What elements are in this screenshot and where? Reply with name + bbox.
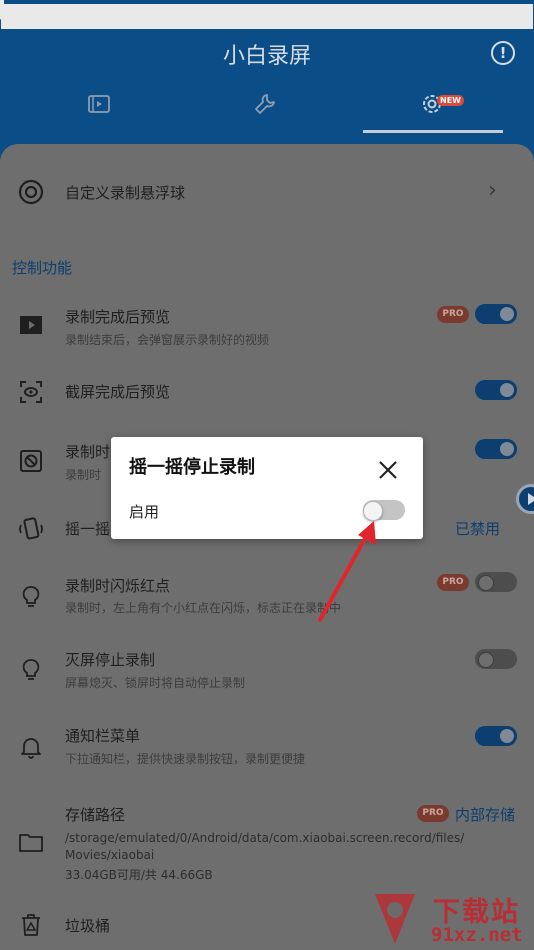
tab-tools-icon[interactable] [253, 92, 277, 116]
shake-stop-dialog: 摇一摇停止录制 启用 [111, 437, 423, 539]
close-icon[interactable] [377, 459, 399, 481]
item-title: 摇一摇 [65, 520, 111, 538]
item-desc: 屏幕熄灭、锁屏时将自动停止录制 [65, 676, 246, 690]
section-title: 控制功能 [12, 259, 73, 277]
preview-after-recording-setting[interactable]: 录制完成后预览 录制结束后，会弹窗展示录制好的视频 PRO [0, 294, 534, 354]
item-desc: 录制时 [65, 468, 102, 482]
toggle-switch[interactable] [475, 439, 517, 459]
watermark-logo-icon [375, 894, 415, 944]
tab-indicator [363, 130, 503, 133]
item-desc: 下拉通知栏，提供快速录制按钮，录制更便捷 [65, 752, 306, 766]
bell-icon [21, 738, 41, 759]
item-desc: 录制结束后，会弹窗展示录制好的视频 [65, 333, 270, 347]
enable-label: 启用 [129, 503, 160, 521]
dialog-title: 摇一摇停止录制 [129, 457, 255, 478]
record-target-icon [18, 179, 44, 205]
toggle-switch[interactable] [475, 726, 517, 746]
storage-path-line2: Movies/xiaobai [65, 848, 155, 862]
pro-badge: PRO [437, 574, 469, 591]
battery-icon [0, 0, 4, 20]
folder-icon [19, 834, 43, 852]
tab-bar [0, 84, 534, 134]
item-title: 通知栏菜单 [65, 727, 141, 745]
settings-sheet: 自定义录制悬浮球 › 控制功能 录制完成后预览 录制结束后，会弹窗展示录制好的视… [0, 144, 534, 950]
chevron-right-icon: › [488, 178, 497, 203]
item-desc: 录制时，左上角有个小红点在闪烁，标志正在录制中 [65, 601, 342, 615]
storage-capacity: 33.04GB可用/共 44.66GB [65, 868, 213, 882]
floating-ball-label: 自定义录制悬浮球 [65, 184, 186, 202]
preview-after-screenshot-setting[interactable]: 截屏完成后预览 [0, 369, 534, 419]
storage-path-setting[interactable]: 存储路径 /storage/emulated/0/Android/data/co… [0, 799, 534, 889]
item-title: 灭屏停止录制 [65, 651, 156, 669]
status-bar: 9:23 [0, 0, 534, 30]
item-title: 截屏完成后预览 [65, 383, 171, 401]
tab-videos-icon[interactable] [87, 92, 111, 116]
storage-location-value[interactable]: 内部存储 [455, 804, 515, 825]
enable-toggle[interactable] [363, 500, 405, 521]
item-title: 录制时闪烁红点 [65, 577, 171, 595]
item-title: 录制完成后预览 [65, 308, 171, 326]
trash-icon [22, 914, 40, 936]
lightbulb-icon [22, 659, 40, 680]
pro-badge: PRO [417, 805, 449, 822]
item-title: 存储路径 [65, 806, 126, 824]
watermark-url: 91xz.net [431, 924, 523, 946]
app-title: 小白录屏 [222, 44, 311, 69]
lightbulb-icon [22, 586, 40, 607]
site-watermark: 下载站 91xz.net [365, 888, 534, 950]
video-clapper-icon [20, 316, 42, 334]
notification-menu-setting[interactable]: 通知栏菜单 下拉通知栏，提供快速录制按钮，录制更便捷 [0, 722, 534, 782]
screen-off-stop-setting[interactable]: 灭屏停止录制 屏幕熄灭、锁屏时将自动停止录制 [0, 647, 534, 707]
no-touch-icon [20, 450, 42, 472]
status-disabled: 已禁用 [455, 520, 501, 538]
floating-ball-setting[interactable]: 自定义录制悬浮球 › [0, 164, 534, 220]
shake-phone-icon [19, 517, 43, 540]
item-title: 录制时 [65, 443, 111, 461]
blink-red-dot-setting[interactable]: 录制时闪烁红点 录制时，左上角有个小红点在闪烁，标志正在录制中 PRO [0, 572, 534, 632]
toggle-switch[interactable] [475, 304, 517, 324]
screenshot-eye-icon [20, 381, 42, 403]
new-badge: NEW [437, 95, 464, 106]
storage-path-line1: /storage/emulated/0/Android/data/com.xia… [65, 831, 465, 845]
toggle-switch[interactable] [475, 649, 517, 669]
info-icon[interactable]: ! [491, 41, 515, 65]
item-title: 垃圾桶 [65, 917, 111, 935]
toggle-switch[interactable] [475, 572, 517, 592]
pro-badge: PRO [437, 306, 469, 323]
toggle-switch[interactable] [475, 380, 517, 400]
